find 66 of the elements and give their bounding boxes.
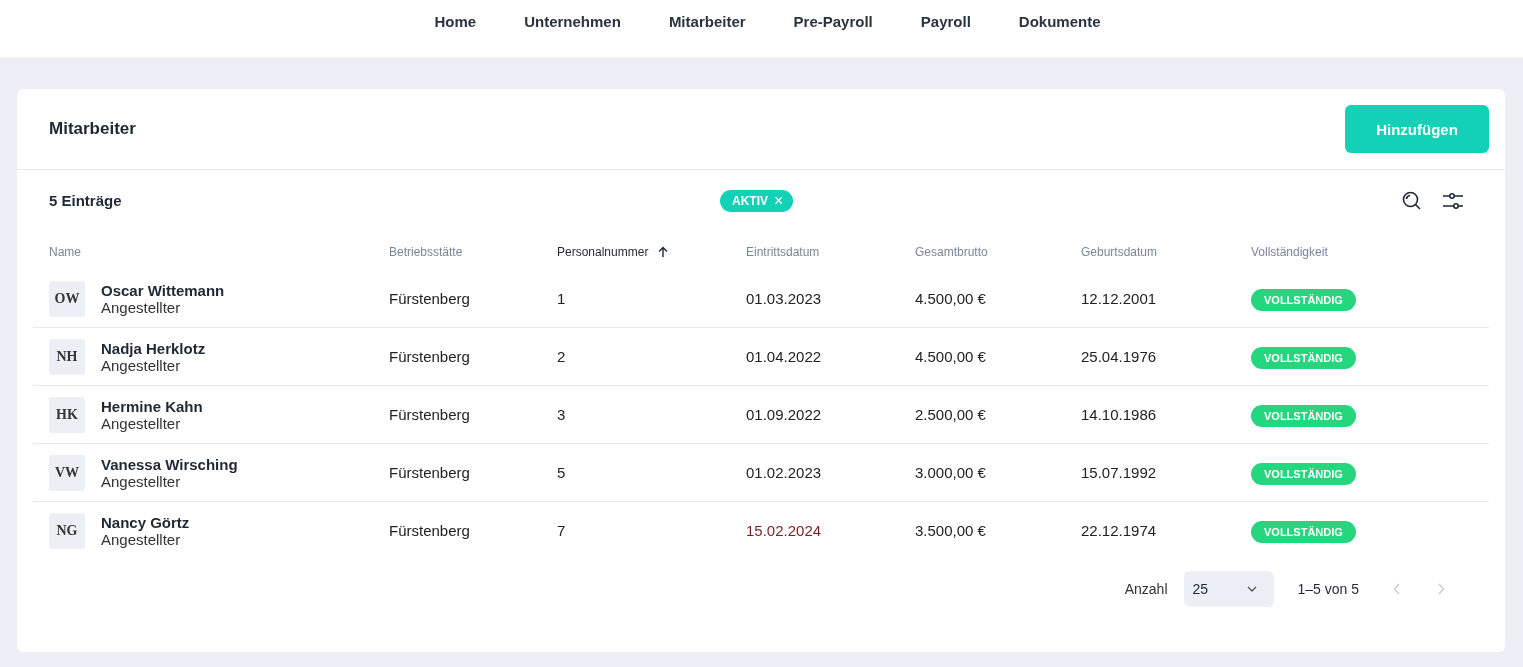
column-header[interactable]: Vollständigkeit — [1251, 245, 1328, 259]
status-badge: VOLLSTÄNDIG — [1251, 520, 1356, 543]
column-header[interactable]: Betriebsstätte — [389, 245, 463, 259]
status-badge: VOLLSTÄNDIG — [1251, 288, 1356, 311]
page-size-label: Anzahl — [1124, 581, 1168, 597]
page-size-select[interactable]: 25 — [1183, 571, 1274, 607]
employee-name[interactable]: Vanessa Wirsching — [101, 455, 238, 473]
sort-arrow-icon — [658, 246, 669, 258]
table-cell-text: Fürstenberg — [389, 290, 471, 307]
table-cell-text: 3 — [557, 406, 567, 423]
table-cell-text: 15.07.1992 — [1081, 464, 1158, 481]
initials-avatar: OW — [49, 280, 85, 317]
nav-link[interactable]: Home — [434, 13, 477, 30]
employee-role: Angestellter — [101, 414, 182, 432]
nav-link[interactable]: Unternehmen — [524, 13, 621, 30]
table-cell-text: 2.500,00 € — [915, 406, 987, 423]
nav-link[interactable]: Payroll — [920, 13, 971, 30]
table-cell-text: Fürstenberg — [389, 522, 471, 539]
table-cell-text: 4.500,00 € — [915, 290, 987, 307]
initials-avatar: NH — [49, 338, 85, 375]
table-cell-text: 01.03.2023 — [746, 290, 823, 307]
status-badge: VOLLSTÄNDIG — [1251, 346, 1356, 369]
table-cell-text: 25.04.1976 — [1081, 348, 1158, 365]
table-cell-text: 15.02.2024 — [746, 522, 823, 539]
column-header[interactable]: Name — [49, 245, 81, 259]
column-header[interactable]: Geburtsdatum — [1081, 245, 1158, 259]
status-badge: VOLLSTÄNDIG — [1251, 404, 1356, 427]
initials-avatar: NG — [49, 512, 85, 549]
table-cell-text: Fürstenberg — [389, 464, 471, 481]
employee-role: Angestellter — [101, 472, 181, 490]
table-cell-text: 7 — [557, 522, 567, 539]
table-cell-text: 12.12.2001 — [1081, 290, 1158, 307]
table-cell-text: 01.04.2022 — [746, 348, 823, 365]
nav-link[interactable]: Dokumente — [1018, 13, 1101, 30]
column-header[interactable]: Personalnummer — [557, 245, 669, 259]
employee-role: Angestellter — [101, 298, 182, 316]
column-header[interactable]: Gesamtbrutto — [915, 245, 988, 259]
table-cell-text: 22.12.1974 — [1081, 522, 1158, 539]
nav-link[interactable]: Pre-Payroll — [793, 13, 873, 30]
table-cell-text: 3.000,00 € — [915, 464, 987, 481]
column-header[interactable]: Eintrittsdatum — [746, 245, 820, 259]
card-title: Mitarbeiter — [49, 119, 136, 139]
entry-count: 5 Einträge — [49, 192, 123, 209]
initials-avatar: VW — [49, 454, 85, 491]
table-cell-text: 14.10.1986 — [1081, 406, 1158, 423]
status-badge: VOLLSTÄNDIG — [1251, 462, 1356, 485]
table-cell-text: 4.500,00 € — [915, 348, 987, 365]
employee-name[interactable]: Oscar Wittemann — [101, 281, 225, 299]
table-cell-text: 01.02.2023 — [746, 464, 823, 481]
table-cell-text: 5 — [557, 464, 567, 481]
initials-avatar: HK — [49, 396, 85, 433]
employee-name[interactable]: Nadja Herklotz — [101, 339, 206, 357]
employee-name[interactable]: Nancy Görtz — [101, 513, 190, 531]
table-cell-text: 3.500,00 € — [915, 522, 987, 539]
employee-role: Angestellter — [101, 356, 182, 374]
table-cell-text: Fürstenberg — [389, 348, 471, 365]
table-cell-text: 01.09.2022 — [746, 406, 823, 423]
table-cell-text: 1 — [557, 290, 567, 307]
nav-link[interactable]: Mitarbeiter — [668, 13, 746, 30]
employee-name[interactable]: Hermine Kahn — [101, 397, 203, 415]
table-cell-text: Fürstenberg — [389, 406, 471, 423]
table-cell-text: 2 — [557, 348, 567, 365]
employee-role: Angestellter — [101, 530, 182, 548]
search-icon[interactable] — [1401, 189, 1423, 212]
page-range: 1–5 von 5 — [1297, 581, 1359, 597]
chevron-down-icon — [1246, 586, 1257, 592]
